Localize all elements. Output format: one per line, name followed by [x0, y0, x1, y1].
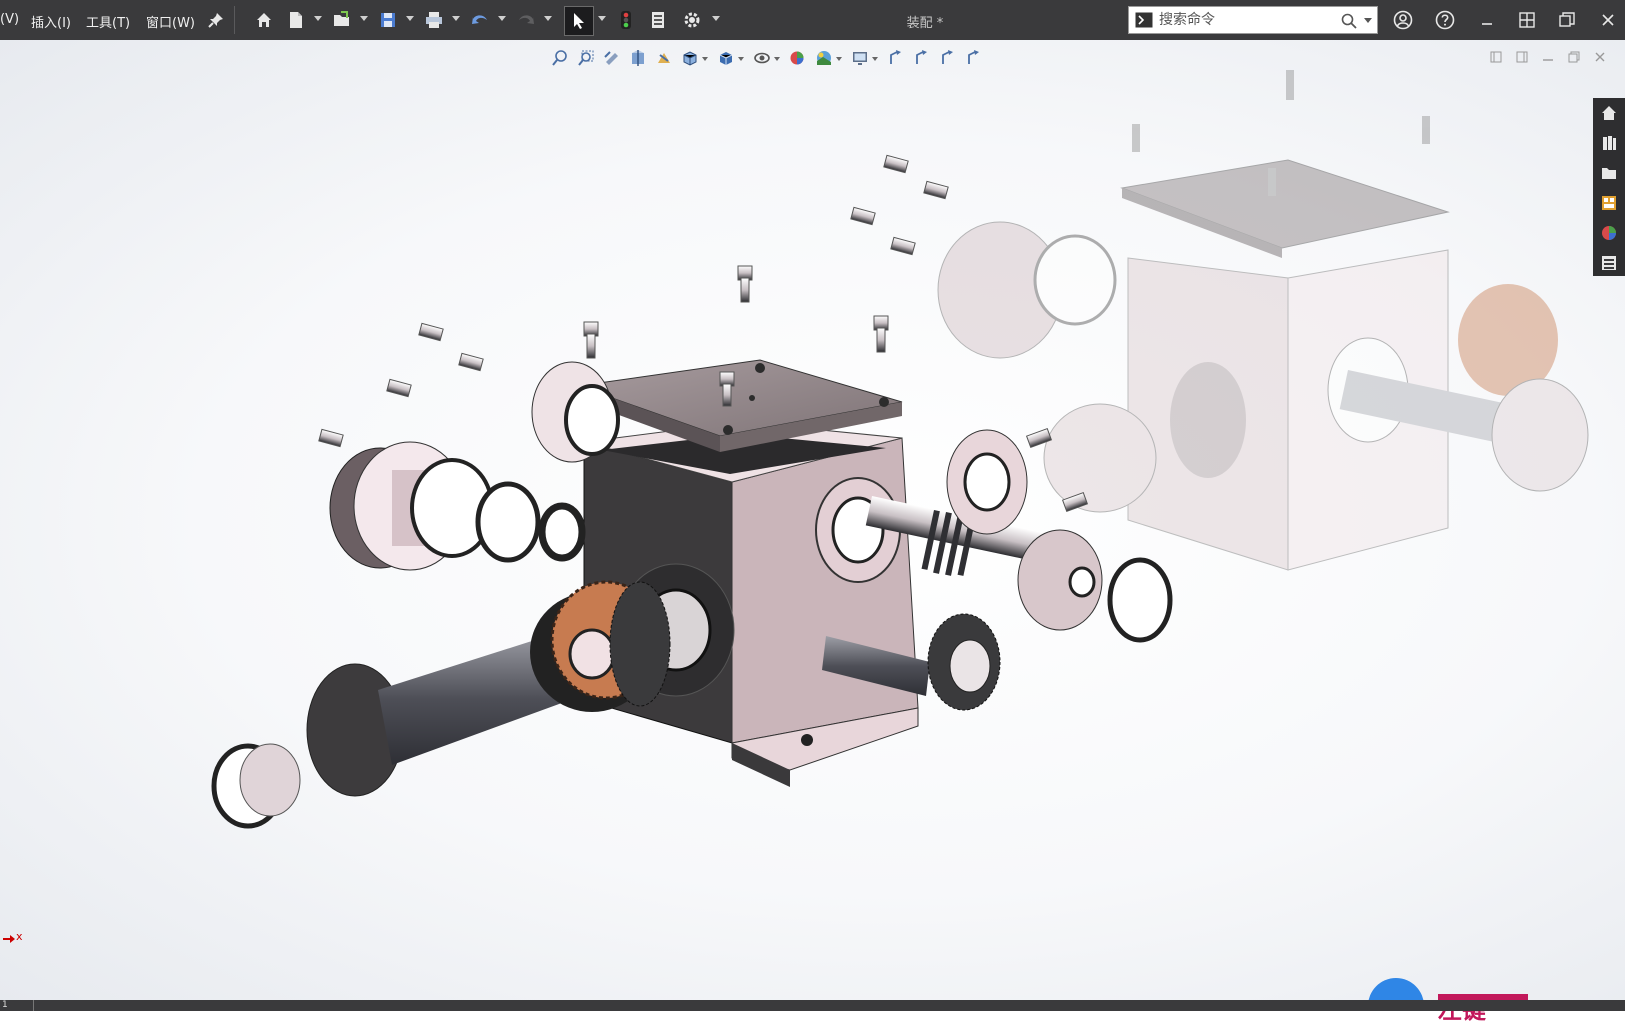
ghost-assembly [937, 70, 1589, 571]
restore-icon[interactable] [1554, 8, 1580, 32]
view-palette-icon[interactable] [1596, 190, 1622, 216]
zoom-to-area-icon[interactable] [574, 46, 598, 70]
minimize-icon[interactable] [1474, 8, 1500, 32]
status-bar: 1 [0, 1000, 1625, 1011]
triad-x-label: x [16, 930, 23, 943]
collapse-right-icon[interactable] [1511, 46, 1533, 68]
print-icon[interactable] [420, 6, 448, 34]
reference-triad: x [2, 930, 32, 946]
previous-view-icon[interactable] [600, 46, 624, 70]
view-settings-icon[interactable] [848, 46, 872, 70]
search-box[interactable] [1128, 6, 1378, 34]
status-cell: 1 [0, 1000, 34, 1011]
new-document-icon[interactable] [282, 6, 310, 34]
rotate-view-icon-1[interactable] [884, 46, 908, 70]
new-dropdown-caret[interactable] [314, 16, 322, 21]
menu-window[interactable]: 窗口(W) [146, 12, 195, 31]
zoom-to-fit-icon[interactable] [548, 46, 572, 70]
viewport-window-controls [1485, 46, 1615, 68]
apply-scene-caret[interactable] [836, 57, 842, 61]
menu-insert[interactable]: 插入(I) [31, 12, 71, 31]
dynamic-annotation-icon[interactable] [652, 46, 676, 70]
undo-dropdown-caret[interactable] [498, 16, 506, 21]
save-icon[interactable] [374, 6, 402, 34]
document-title: 装配 * [906, 16, 944, 31]
open-dropdown-caret[interactable] [360, 16, 368, 21]
tile-windows-icon[interactable] [1514, 8, 1540, 32]
rotate-view-icon-3[interactable] [936, 46, 960, 70]
graphics-viewport[interactable]: x 左键 [0, 40, 1625, 1024]
display-style-icon[interactable] [714, 46, 738, 70]
select-dropdown-caret[interactable] [598, 16, 606, 21]
triad-arrow-icon [3, 935, 15, 943]
command-prompt-icon [1135, 12, 1153, 32]
search-input[interactable] [1159, 10, 1319, 30]
collapse-left-icon[interactable] [1485, 46, 1507, 68]
appearances-icon[interactable] [1596, 220, 1622, 246]
print-dropdown-caret[interactable] [452, 16, 460, 21]
hide-show-items-icon[interactable] [750, 46, 774, 70]
redo-dropdown-caret[interactable] [544, 16, 552, 21]
save-dropdown-caret[interactable] [406, 16, 414, 21]
heads-up-view-toolbar [548, 46, 1018, 72]
design-library-icon[interactable] [1596, 130, 1622, 156]
solidworks-resources-icon[interactable] [1596, 100, 1622, 126]
exploded-gearbox-model[interactable] [0, 40, 1625, 1000]
apply-scene-icon[interactable] [812, 46, 836, 70]
doc-restore-icon[interactable] [1563, 46, 1585, 68]
help-icon[interactable] [1432, 8, 1458, 32]
user-account-icon[interactable] [1390, 8, 1416, 32]
display-style-caret[interactable] [738, 57, 744, 61]
options-dropdown-caret[interactable] [712, 16, 720, 21]
rotate-view-icon-4[interactable] [962, 46, 986, 70]
options-gear-icon[interactable] [678, 6, 706, 34]
search-icon[interactable] [1341, 13, 1357, 33]
view-orientation-caret[interactable] [702, 57, 708, 61]
traffic-light-icon[interactable] [612, 6, 640, 34]
pin-icon[interactable] [202, 6, 230, 34]
view-settings-caret[interactable] [872, 57, 878, 61]
redo-icon[interactable] [512, 6, 540, 34]
custom-properties-icon[interactable] [1596, 250, 1622, 276]
view-orientation-icon[interactable] [678, 46, 702, 70]
left-bearing-cover [329, 361, 620, 571]
doc-minimize-icon[interactable] [1537, 46, 1559, 68]
close-icon[interactable] [1595, 8, 1621, 32]
file-explorer-icon[interactable] [1596, 160, 1622, 186]
rotate-view-icon-2[interactable] [910, 46, 934, 70]
left-output-shaft [211, 580, 671, 829]
select-pointer-icon[interactable] [564, 6, 594, 36]
open-icon[interactable] [328, 6, 356, 34]
menu-tools[interactable]: 工具(T) [86, 12, 130, 31]
search-dropdown-caret[interactable] [1364, 18, 1372, 23]
edit-appearance-icon[interactable] [786, 46, 810, 70]
doc-close-icon[interactable] [1589, 46, 1611, 68]
home-icon[interactable] [250, 6, 278, 34]
task-pane-tabs [1593, 98, 1625, 276]
title-bar: (V) 插入(I) 工具(T) 窗口(W) 装配 * [0, 0, 1625, 40]
menu-view[interactable]: (V) [0, 12, 19, 27]
hide-show-caret[interactable] [774, 57, 780, 61]
section-view-icon[interactable] [626, 46, 650, 70]
toolbar-separator [234, 6, 235, 34]
undo-icon[interactable] [466, 6, 494, 34]
file-properties-icon[interactable] [644, 6, 672, 34]
